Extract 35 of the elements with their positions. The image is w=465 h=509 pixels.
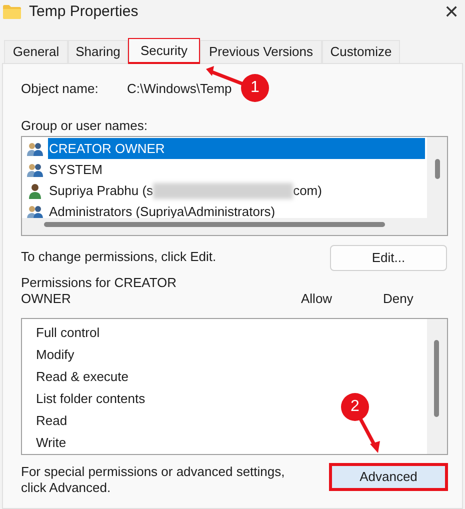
permission-name: Read & execute xyxy=(36,368,129,386)
folder-icon xyxy=(3,5,21,19)
list-label: Group or user names: xyxy=(21,117,148,132)
scrollbar-thumb[interactable] xyxy=(44,222,385,227)
hint-text: For special permissions or advanced settings, click Advanced. xyxy=(21,464,286,496)
field-label: Object name: xyxy=(21,80,100,98)
list-item[interactable]: Supriya Prabhu (s com) xyxy=(48,180,425,201)
user-icon xyxy=(27,182,43,198)
edit-button[interactable]: Edit... xyxy=(330,245,447,271)
column-header: Deny xyxy=(383,291,414,307)
tab[interactable]: Sharing xyxy=(68,40,128,63)
people-icon xyxy=(27,140,43,156)
list-item[interactable]: SYSTEM xyxy=(48,159,425,180)
permission-name: Write xyxy=(36,434,66,452)
window-title: Temp Properties xyxy=(29,2,140,22)
hint-text: To change permissions, click Edit. xyxy=(21,248,216,266)
scrollbar-thumb[interactable] xyxy=(435,159,440,179)
callout-arrow xyxy=(358,417,380,453)
tab[interactable]: Security xyxy=(128,38,200,64)
permission-name: Modify xyxy=(36,346,74,364)
list-item[interactable]: CREATOR OWNER xyxy=(48,138,425,159)
object-path: C:\Windows\Temp xyxy=(127,80,232,98)
column-header: Allow xyxy=(301,291,334,307)
permission-name: Read xyxy=(36,412,68,430)
advanced-button[interactable]: Advanced xyxy=(329,463,448,491)
tab[interactable]: Customize xyxy=(322,40,400,63)
close-button[interactable]: ✕ xyxy=(444,3,459,21)
people-icon xyxy=(27,204,43,218)
permissions-label: Permissions for CREATOR OWNER xyxy=(21,275,178,307)
tab[interactable]: General xyxy=(4,40,68,63)
permission-name: List folder contents xyxy=(36,390,146,408)
tab[interactable]: Previous Versions xyxy=(200,40,322,63)
people-icon xyxy=(27,162,43,178)
permission-name: Full control xyxy=(36,324,100,342)
scrollbar-thumb[interactable] xyxy=(434,340,439,417)
